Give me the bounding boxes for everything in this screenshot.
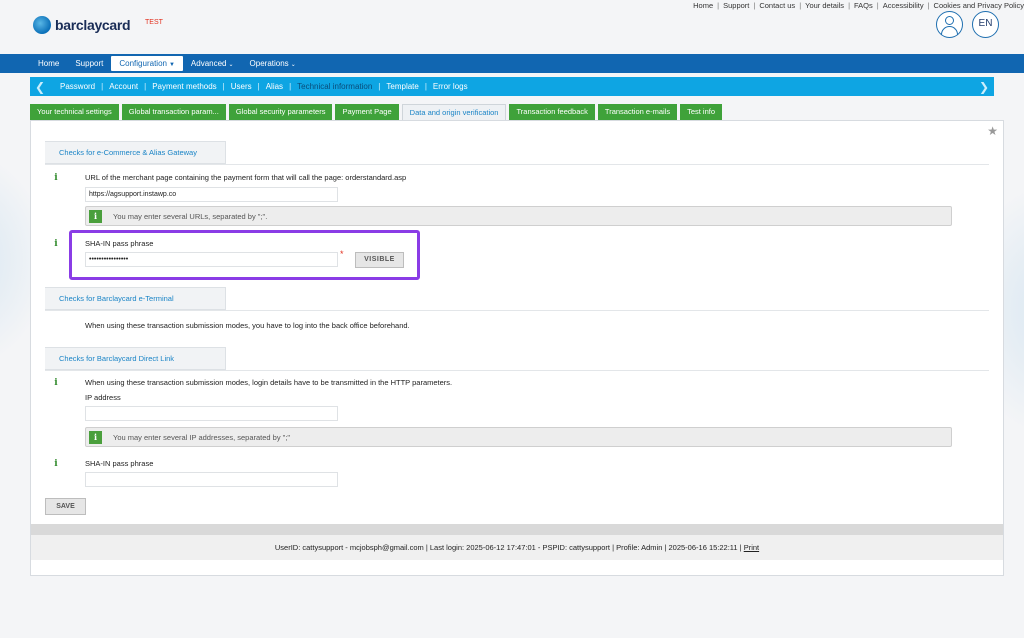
info-icon[interactable]: i: [51, 173, 61, 183]
scroll-right-icon[interactable]: ❯: [974, 80, 994, 94]
star-favorite-icon[interactable]: ★: [987, 124, 998, 138]
top-link-faqs[interactable]: FAQs: [854, 1, 873, 10]
tab-test-info[interactable]: Test info: [680, 104, 723, 120]
ip-hint-text: You may enter several IP addresses, sepa…: [113, 433, 291, 442]
url-field-label: URL of the merchant page containing the …: [85, 173, 407, 182]
top-link-accessibility[interactable]: Accessibility: [883, 1, 924, 10]
direct-link-sha-label: SHA-IN pass phrase: [85, 459, 154, 468]
direct-link-sha-input[interactable]: [85, 472, 338, 487]
nav-configuration[interactable]: Configuration ▼: [111, 56, 183, 71]
merchant-url-input[interactable]: https://agsupport.instawp.co: [85, 187, 338, 202]
print-link[interactable]: Print: [744, 543, 759, 552]
top-link-home[interactable]: Home: [693, 1, 713, 10]
highlight-box: [69, 230, 420, 280]
footer-session-info: UserID: cattysupport - mcjobsph@gmail.co…: [274, 543, 744, 552]
chevron-down-icon: ⌄: [290, 62, 296, 68]
sub-nav: ❮ Password | Account | Payment methods | Us…: [30, 77, 994, 96]
environment-label: TEST: [145, 19, 163, 26]
nav-support[interactable]: Support: [67, 56, 111, 71]
tab-transaction-feedback[interactable]: Transaction feedback: [509, 104, 595, 120]
ip-address-input[interactable]: [85, 406, 338, 421]
section-header-eterminal: Checks for Barclaycard e-Terminal: [45, 287, 226, 310]
main-nav: Home Support Configuration ▼ Advanced ⌄ Op…: [0, 54, 1024, 73]
brand-logo[interactable]: barclaycard: [33, 16, 131, 34]
caret-down-icon: ▼: [168, 62, 175, 68]
top-link-cookies[interactable]: Cookies and Privacy Policy: [934, 1, 1024, 10]
scroll-left-icon[interactable]: ❮: [30, 80, 50, 94]
eagle-logo-icon: [33, 16, 51, 34]
subnav-payment-methods[interactable]: Payment methods: [146, 82, 222, 91]
subnav-password[interactable]: Password: [54, 82, 101, 91]
top-link-support[interactable]: Support: [723, 1, 749, 10]
eterminal-description: When using these transaction submission …: [85, 321, 410, 330]
tab-global-transaction-params[interactable]: Global transaction param...: [121, 104, 226, 120]
subnav-account[interactable]: Account: [103, 82, 144, 91]
url-hint-box: i You may enter several URLs, separated …: [85, 206, 952, 226]
divider: [45, 370, 989, 371]
ip-address-label: IP address: [85, 393, 121, 402]
info-icon[interactable]: i: [51, 239, 61, 249]
language-selector[interactable]: EN: [972, 11, 999, 38]
brand-name: barclaycard: [55, 17, 131, 33]
section-header-direct-link: Checks for Barclaycard Direct Link: [45, 347, 226, 370]
url-hint-text: You may enter several URLs, separated by…: [113, 212, 268, 221]
divider: [45, 164, 989, 165]
content-panel: ★ Checks for e-Commerce & Alias Gateway …: [30, 120, 1004, 576]
subnav-template[interactable]: Template: [380, 82, 424, 91]
chevron-down-icon: ⌄: [228, 62, 234, 68]
info-icon[interactable]: i: [51, 459, 61, 469]
tab-global-security-params[interactable]: Global security parameters: [228, 104, 333, 120]
tab-data-origin-verification[interactable]: Data and origin verification: [401, 104, 507, 120]
subnav-technical-information[interactable]: Technical information: [291, 82, 378, 91]
footer-bar: [31, 524, 1003, 560]
settings-tabs: Your technical settings Global transacti…: [30, 104, 725, 120]
nav-advanced[interactable]: Advanced ⌄: [183, 56, 242, 71]
save-button[interactable]: SAVE: [45, 498, 86, 515]
footer-status: UserID: cattysupport - mcjobsph@gmail.co…: [31, 543, 1003, 552]
ip-hint-box: i You may enter several IP addresses, se…: [85, 427, 952, 447]
nav-home[interactable]: Home: [30, 56, 67, 71]
tab-technical-settings[interactable]: Your technical settings: [30, 104, 119, 120]
info-icon: i: [89, 431, 102, 444]
subnav-users[interactable]: Users: [225, 82, 258, 91]
tab-payment-page[interactable]: Payment Page: [335, 104, 399, 120]
direct-link-description: When using these transaction submission …: [85, 378, 453, 387]
divider: [45, 310, 989, 311]
tab-transaction-emails[interactable]: Transaction e-mails: [597, 104, 678, 120]
info-icon[interactable]: i: [51, 378, 61, 388]
top-link-details[interactable]: Your details: [805, 1, 844, 10]
top-link-contact[interactable]: Contact us: [759, 1, 795, 10]
info-icon: i: [89, 210, 102, 223]
subnav-alias[interactable]: Alias: [260, 82, 289, 91]
subnav-error-logs[interactable]: Error logs: [427, 82, 474, 91]
top-links: Home | Support | Contact us | Your details | FAQ…: [693, 1, 1024, 10]
nav-operations[interactable]: Operations ⌄: [242, 56, 304, 71]
user-account-icon[interactable]: [936, 11, 963, 38]
section-header-ecommerce: Checks for e-Commerce & Alias Gateway: [45, 141, 226, 164]
